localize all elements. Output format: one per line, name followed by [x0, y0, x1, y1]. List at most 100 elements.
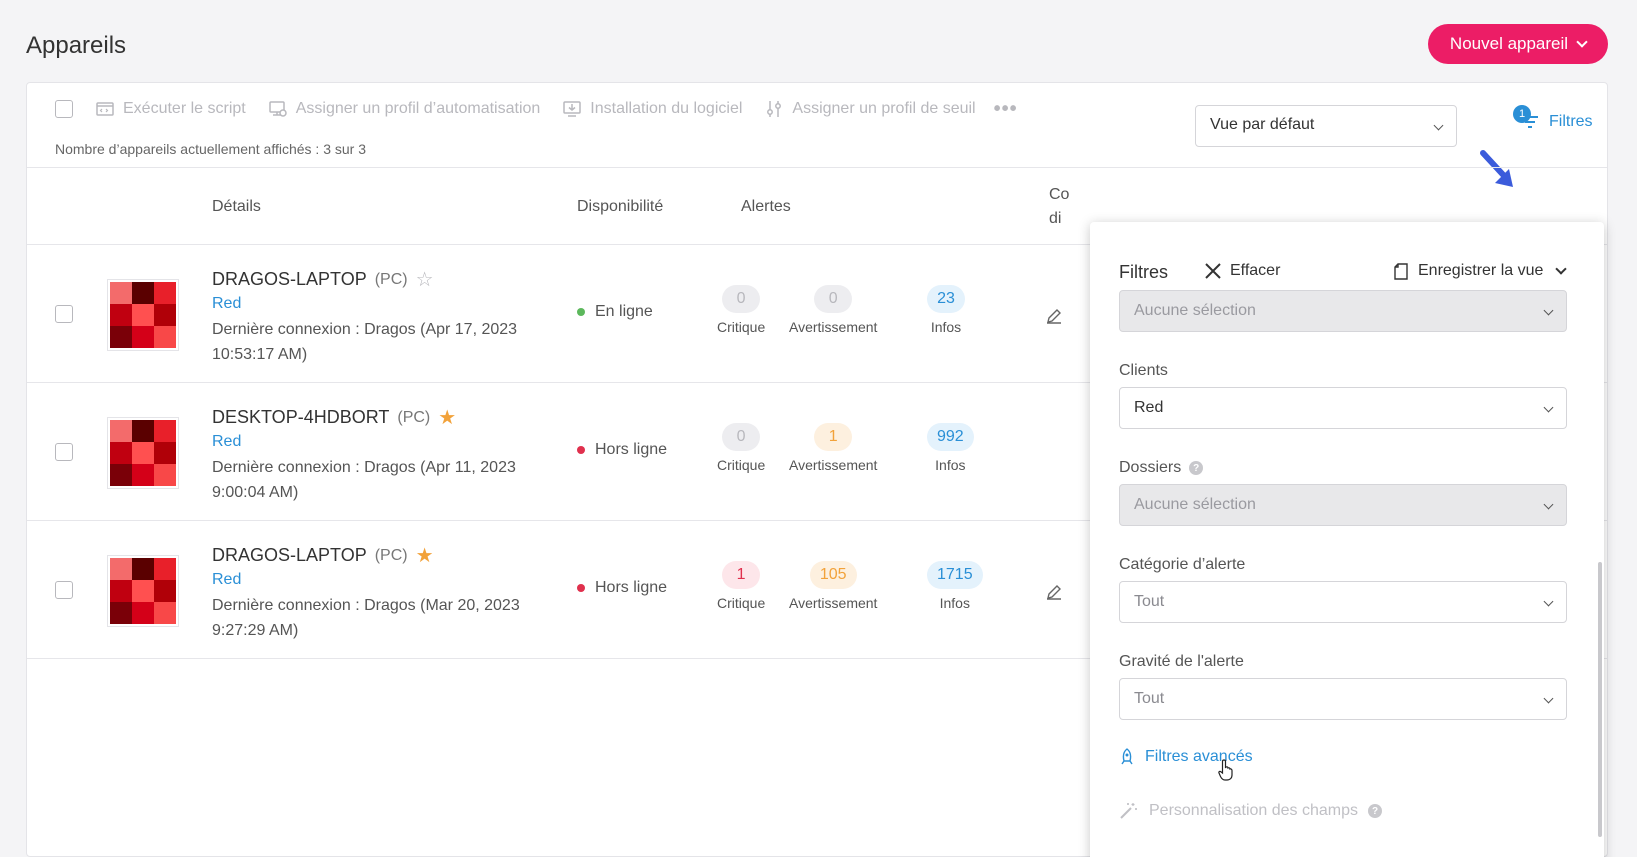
new-device-button[interactable]: Nouvel appareil [1428, 24, 1608, 64]
more-actions-icon[interactable]: ••• [994, 98, 1018, 121]
info-alerts[interactable]: 23 Infos [927, 285, 965, 335]
warning-alerts[interactable]: 105 Avertissement [789, 561, 877, 611]
alert-severity-select[interactable]: Tout [1119, 678, 1567, 720]
clear-filters-label: Effacer [1230, 262, 1281, 279]
folders-select[interactable]: Aucune sélection [1119, 484, 1567, 526]
critical-alerts[interactable]: 0 Critique [717, 285, 765, 335]
alert-category-value: Tout [1134, 593, 1165, 610]
column-header-partial[interactable]: Co [1049, 186, 1069, 204]
clients-select-value: Red [1134, 399, 1164, 416]
select-all-checkbox[interactable] [55, 100, 73, 118]
availability-text: Hors ligne [595, 579, 668, 596]
row-checkbox[interactable] [55, 443, 73, 461]
top-filter-select[interactable]: Aucune sélection [1119, 290, 1567, 332]
star-filled-icon[interactable]: ★ [416, 543, 434, 568]
script-icon [96, 102, 114, 116]
info-alerts[interactable]: 992 Infos [927, 423, 974, 473]
device-name[interactable]: DRAGOS-LAPTOP (PC) ☆ [212, 267, 434, 292]
critical-alerts[interactable]: 0 Critique [717, 423, 765, 473]
info-count-badge: 992 [927, 423, 974, 451]
filters-button[interactable]: 1 Filtres [1513, 105, 1593, 131]
chevron-down-icon [1555, 263, 1568, 275]
chevron-down-icon [1543, 596, 1554, 607]
software-install-label: Installation du logiciel [590, 100, 743, 117]
client-link[interactable]: Red [212, 433, 241, 451]
filters-label: Filtres [1549, 113, 1593, 130]
info-count-badge: 1715 [927, 561, 983, 589]
software-install-action[interactable]: Installation du logiciel [562, 99, 742, 119]
critical-alerts[interactable]: 1 Critique [717, 561, 765, 611]
chevron-down-icon [1543, 402, 1554, 413]
last-connection: Dernière connexion : Dragos (Apr 11, 202… [212, 459, 516, 501]
clients-select[interactable]: Red [1119, 387, 1567, 429]
assign-threshold-profile-action[interactable]: Assigner un profil de seuil [764, 99, 976, 119]
warning-count-badge: 105 [809, 561, 857, 589]
filters-panel-title: Filtres [1119, 262, 1168, 282]
top-filter-value: Aucune sélection [1134, 302, 1256, 319]
page-title: Appareils [26, 32, 127, 59]
folders-label: Dossiers ? [1119, 459, 1204, 477]
warning-alerts[interactable]: 0 Avertissement [789, 285, 877, 335]
warning-label: Avertissement [789, 319, 878, 335]
save-view-button[interactable]: Enregistrer la vue [1394, 262, 1568, 280]
client-link[interactable]: Red [212, 295, 241, 313]
status-dot-icon [577, 308, 585, 316]
assign-automation-profile-action[interactable]: Assigner un profil d’automatisation [268, 99, 541, 119]
critical-count-badge: 1 [722, 561, 761, 589]
alert-severity-label-text: Gravité de l'alerte [1119, 653, 1244, 670]
critical-label: Critique [717, 319, 766, 335]
status-dot-icon [577, 446, 585, 454]
device-type: (PC) [397, 408, 431, 426]
devices-panel: Exécuter le script Assigner un profil d’… [26, 82, 1608, 857]
client-link[interactable]: Red [212, 571, 241, 589]
warning-label: Avertissement [789, 457, 878, 473]
hand-cursor-icon [1218, 759, 1233, 781]
warning-label: Avertissement [789, 595, 878, 611]
warning-count-badge: 0 [814, 285, 853, 313]
alert-category-select[interactable]: Tout [1119, 581, 1567, 623]
column-header-details[interactable]: Détails [212, 198, 261, 216]
availability-text: Hors ligne [595, 441, 668, 458]
critical-label: Critique [717, 595, 766, 611]
device-type: (PC) [374, 270, 408, 288]
help-icon[interactable]: ? [1189, 461, 1204, 475]
star-filled-icon[interactable]: ★ [438, 405, 456, 430]
info-count-badge: 23 [927, 285, 965, 313]
device-name-text: DRAGOS-LAPTOP [212, 545, 367, 565]
availability-text: En ligne [595, 303, 653, 320]
info-alerts[interactable]: 1715 Infos [927, 561, 983, 611]
help-icon[interactable]: ? [1368, 804, 1383, 818]
bulk-actions-toolbar: Exécuter le script Assigner un profil d’… [55, 97, 1018, 121]
warning-alerts[interactable]: 1 Avertissement [789, 423, 877, 473]
warning-count-badge: 1 [814, 423, 853, 451]
view-select[interactable]: Vue par défaut [1195, 105, 1457, 147]
save-view-label: Enregistrer la vue [1418, 262, 1544, 279]
device-avatar [107, 279, 179, 351]
assign-threshold-profile-label: Assigner un profil de seuil [792, 100, 976, 117]
last-connection: Dernière connexion : Dragos (Mar 20, 202… [212, 597, 520, 639]
alert-severity-value: Tout [1134, 690, 1165, 707]
device-count-text: Nombre d’appareils actuellement affichés… [55, 141, 367, 157]
new-device-label: Nouvel appareil [1449, 34, 1569, 53]
filters-panel-scrollbar[interactable] [1598, 562, 1602, 837]
advanced-filters-label: Filtres avancés [1145, 748, 1253, 765]
chevron-down-icon [1543, 305, 1554, 316]
field-customization-link[interactable]: Personnalisation des champs ? [1119, 802, 1383, 820]
download-install-icon [563, 101, 582, 117]
row-checkbox[interactable] [55, 305, 73, 323]
pencil-icon[interactable] [1045, 307, 1063, 325]
column-header-alerts[interactable]: Alertes [741, 198, 791, 216]
alert-severity-label: Gravité de l'alerte [1119, 653, 1244, 671]
availability-status: Hors ligne [577, 579, 667, 597]
row-checkbox[interactable] [55, 581, 73, 599]
assign-automation-profile-label: Assigner un profil d’automatisation [295, 100, 541, 117]
device-name-text: DRAGOS-LAPTOP [212, 269, 367, 289]
device-name[interactable]: DESKTOP-4HDBORT (PC) ★ [212, 405, 456, 430]
run-script-action[interactable]: Exécuter le script [95, 99, 246, 119]
pencil-icon[interactable] [1045, 583, 1063, 601]
clear-filters-button[interactable]: Effacer [1204, 262, 1280, 280]
device-name[interactable]: DRAGOS-LAPTOP (PC) ★ [212, 543, 434, 568]
star-outline-icon[interactable]: ☆ [416, 267, 434, 292]
chevron-down-icon [1433, 120, 1444, 131]
column-header-availability[interactable]: Disponibilité [577, 198, 663, 216]
